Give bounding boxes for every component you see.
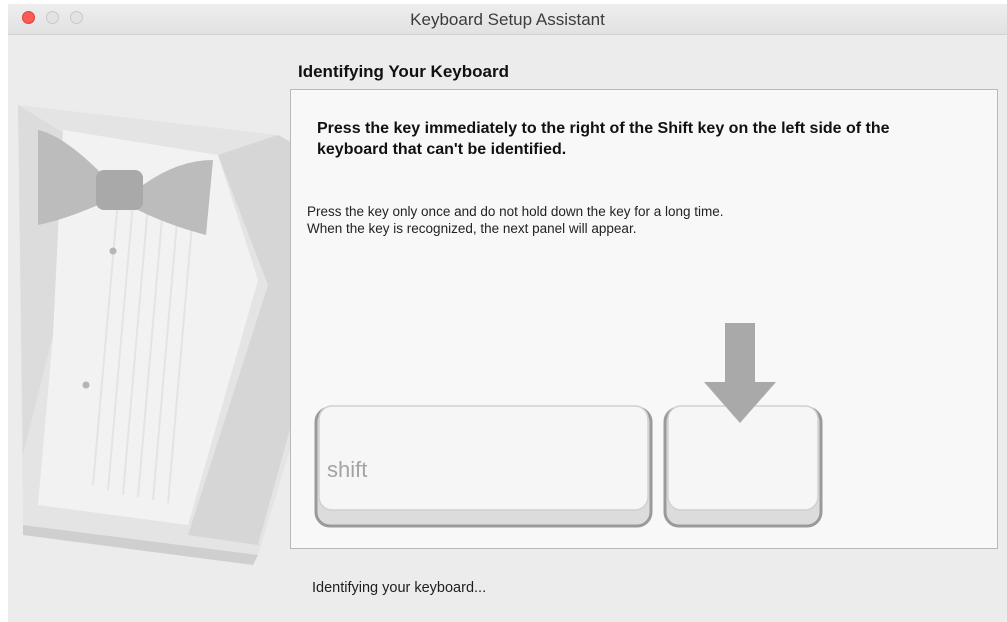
shift-key-label: shift — [327, 457, 368, 482]
window-title: Keyboard Setup Assistant — [410, 10, 605, 29]
section-heading: Identifying Your Keyboard — [298, 62, 509, 81]
instruction-panel: Press the key immediately to the right o… — [290, 89, 998, 549]
status-text: Identifying your keyboard... — [312, 580, 487, 596]
keyboard-setup-window: Keyboard Setup Assistant Identifying You… — [8, 4, 1007, 622]
title-bar[interactable]: Keyboard Setup Assistant — [8, 4, 1007, 35]
target-key — [663, 405, 823, 528]
keyboard-keys-illustration — [314, 323, 823, 528]
